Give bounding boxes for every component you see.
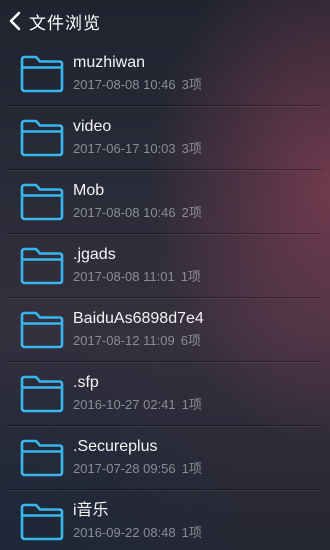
folder-name: BaiduAs6898d7e4 xyxy=(73,310,204,327)
folder-icon xyxy=(20,311,64,348)
list-item[interactable]: .sfp 2016-10-27 02:41 1项 xyxy=(8,361,322,425)
folder-date: 2016-10-27 02:41 xyxy=(73,397,176,412)
title-bar: 文件浏览 xyxy=(0,0,330,42)
list-item[interactable]: video 2017-06-17 10:03 3项 xyxy=(8,105,322,169)
folder-item-count: 2项 xyxy=(181,205,202,220)
folder-date: 2016-09-22 08:48 xyxy=(73,525,176,540)
folder-item-count: 3项 xyxy=(181,77,202,92)
chevron-left-icon xyxy=(9,11,21,31)
folder-item-count: 1项 xyxy=(180,269,201,284)
page-title: 文件浏览 xyxy=(29,13,101,34)
list-item[interactable]: Mob 2017-08-08 10:46 2项 xyxy=(8,169,322,233)
folder-item-count: 1项 xyxy=(181,461,202,476)
folder-name: muzhiwan xyxy=(73,54,146,71)
folder-icon xyxy=(20,119,64,156)
file-list: muzhiwan 2017-08-08 10:46 3项 video 2017-0… xyxy=(8,42,322,550)
folder-name: .Secureplus xyxy=(73,438,158,455)
folder-icon xyxy=(20,183,64,220)
list-item[interactable]: i音乐 2016-09-22 08:48 1项 xyxy=(8,489,322,550)
folder-icon xyxy=(20,439,64,476)
list-item[interactable]: BaiduAs6898d7e4 2017-08-12 11:09 6项 xyxy=(8,297,322,361)
folder-icon xyxy=(20,247,64,284)
list-item[interactable]: muzhiwan 2017-08-08 10:46 3项 xyxy=(8,42,322,105)
folder-name: video xyxy=(73,118,112,135)
folder-item-count: 6项 xyxy=(180,333,201,348)
folder-item-count: 3项 xyxy=(181,141,202,156)
list-item[interactable]: .jgads 2017-08-08 11:01 1项 xyxy=(8,233,322,297)
folder-name: .jgads xyxy=(73,246,116,263)
folder-icon xyxy=(20,375,64,412)
folder-date: 2017-08-08 10:46 xyxy=(73,77,176,92)
list-item[interactable]: .Secureplus 2017-07-28 09:56 1项 xyxy=(8,425,322,489)
folder-date: 2017-08-08 11:01 xyxy=(73,269,175,284)
folder-name: Mob xyxy=(73,182,105,199)
folder-icon xyxy=(20,503,64,540)
folder-name: i音乐 xyxy=(73,502,109,519)
folder-item-count: 1项 xyxy=(181,397,202,412)
folder-date: 2017-08-08 10:46 xyxy=(73,205,176,220)
folder-name: .sfp xyxy=(73,374,99,391)
folder-item-count: 1项 xyxy=(181,525,202,540)
folder-icon xyxy=(20,55,64,92)
folder-date: 2017-06-17 10:03 xyxy=(73,141,176,156)
folder-date: 2017-08-12 11:09 xyxy=(73,333,175,348)
back-button[interactable] xyxy=(0,0,30,42)
folder-date: 2017-07-28 09:56 xyxy=(73,461,176,476)
